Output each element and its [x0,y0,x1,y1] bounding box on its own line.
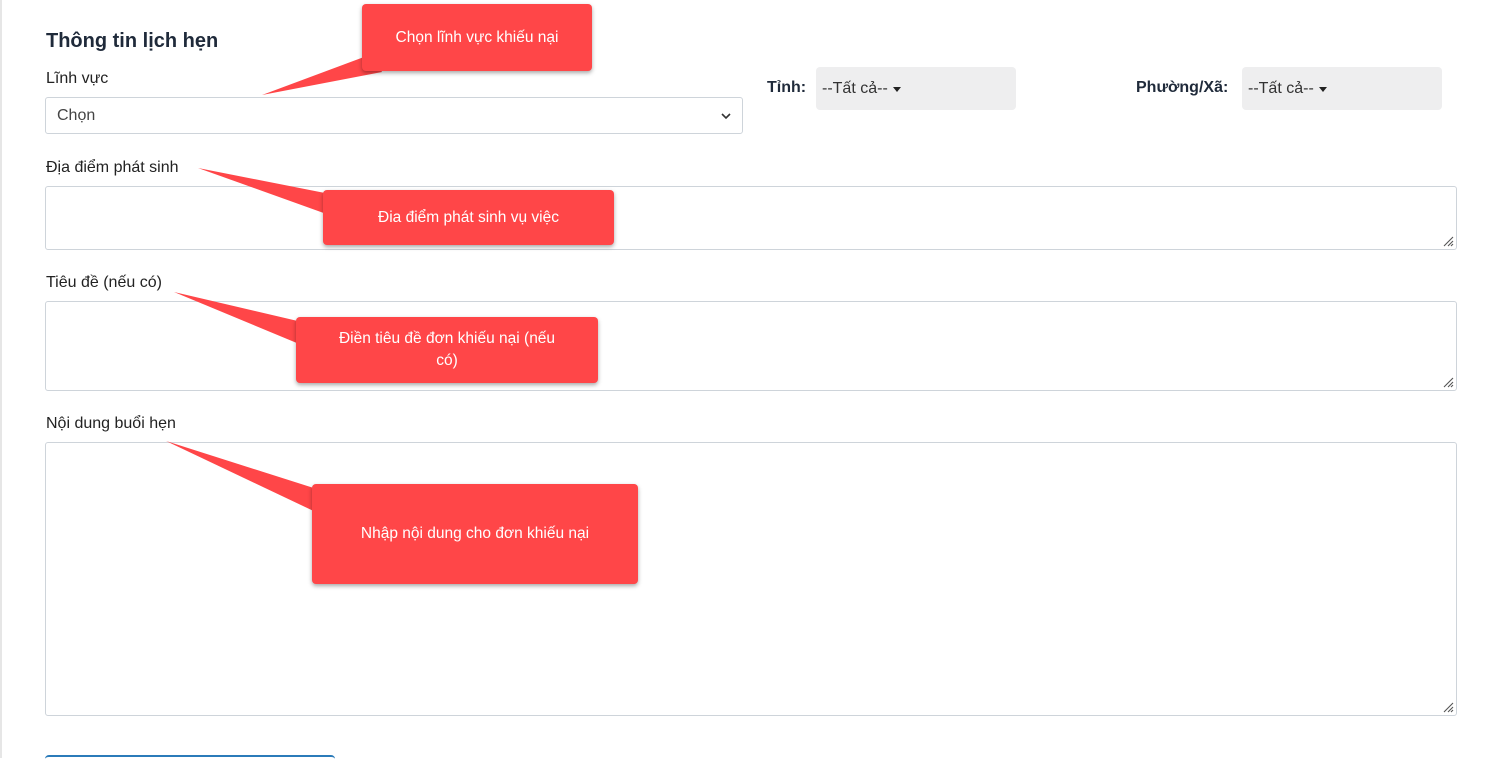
callout-pointer-title [174,292,304,346]
callout-location-tooltip: Đia điểm phát sinh vụ việc [323,190,614,245]
callout-title-text: Điền tiêu đề đơn khiếu nại (nếu có) [338,330,556,369]
callout-location-text: Đia điểm phát sinh vụ việc [378,208,559,226]
callout-content-tooltip: Nhập nội dung cho đơn khiếu nại [312,484,638,584]
callout-pointers [166,54,382,515]
callout-field-text: Chọn lĩnh vực khiếu nại [395,28,559,46]
callout-field-tooltip: Chọn lĩnh vực khiếu nại [362,4,592,71]
callout-title-tooltip: Điền tiêu đề đơn khiếu nại (nếu có) [296,317,598,383]
callout-pointer-content [166,441,322,515]
callout-pointer-location [198,168,332,216]
callout-content-text: Nhập nội dung cho đơn khiếu nại [360,525,590,542]
